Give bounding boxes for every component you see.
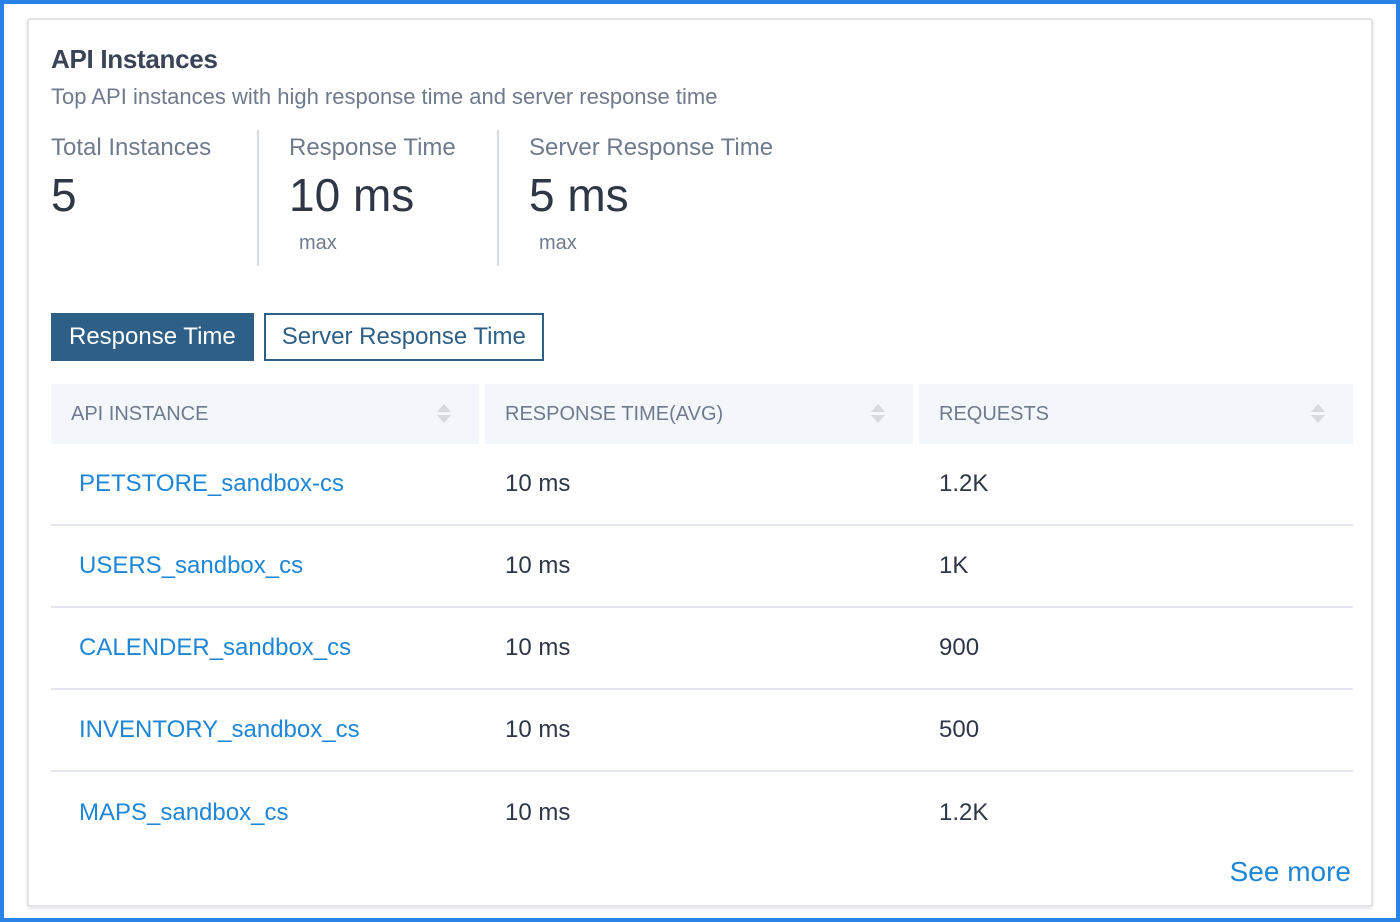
stat-label: Total Instances	[51, 134, 212, 161]
response-time-cell: 10 ms	[505, 799, 571, 826]
stat-label: Server Response Time	[529, 134, 774, 161]
column-header-requests[interactable]: REQUESTS	[919, 384, 1353, 444]
stat-value: 5	[51, 169, 77, 221]
tab-server-response-time[interactable]: Server Response Time	[263, 313, 544, 361]
sort-icon[interactable]	[437, 402, 451, 426]
column-header-label: API INSTANCE	[71, 402, 209, 425]
see-more-link[interactable]: See more	[1230, 856, 1351, 888]
table-row: MAPS_sandbox_cs 10 ms 1.2K	[51, 772, 1353, 854]
response-time-cell: 10 ms	[505, 716, 571, 743]
stat-total-instances: Total Instances 5	[51, 130, 257, 266]
widget-subtitle: Top API instances with high response tim…	[51, 84, 718, 109]
stat-value: 5 ms	[529, 169, 629, 221]
table-row: CALENDER_sandbox_cs 10 ms 900	[51, 608, 1353, 690]
summary-stats: Total Instances 5 Response Time 10 ms ma…	[51, 130, 817, 266]
table-row: INVENTORY_sandbox_cs 10 ms 500	[51, 690, 1353, 772]
response-time-cell: 10 ms	[505, 552, 571, 579]
sort-icon[interactable]	[1311, 402, 1325, 426]
sort-icon[interactable]	[871, 402, 885, 426]
tab-response-time[interactable]: Response Time	[51, 313, 254, 361]
column-header-response-time[interactable]: RESPONSE TIME(AVG)	[485, 384, 913, 444]
column-header-api-instance[interactable]: API INSTANCE	[51, 384, 479, 444]
api-instance-link[interactable]: USERS_sandbox_cs	[79, 552, 303, 579]
stat-label: Response Time	[289, 134, 456, 161]
stat-server-response-time: Server Response Time 5 ms max	[497, 130, 817, 266]
requests-cell: 1.2K	[939, 470, 989, 497]
api-instances-card: API Instances Top API instances with hig…	[27, 18, 1373, 907]
requests-cell: 500	[939, 716, 980, 743]
table-header: API INSTANCE RESPONSE TIME(AVG) REQUESTS	[51, 384, 1353, 444]
table-row: USERS_sandbox_cs 10 ms 1K	[51, 526, 1353, 608]
column-header-label: REQUESTS	[939, 402, 1050, 425]
column-header-label: RESPONSE TIME(AVG)	[505, 402, 724, 425]
api-instance-link[interactable]: PETSTORE_sandbox-cs	[79, 470, 344, 497]
metric-tabs: Response Time Server Response Time	[51, 313, 544, 361]
response-time-cell: 10 ms	[505, 470, 571, 497]
requests-cell: 1.2K	[939, 799, 989, 826]
response-time-cell: 10 ms	[505, 634, 571, 661]
api-instance-link[interactable]: CALENDER_sandbox_cs	[79, 634, 351, 661]
api-instances-table: API INSTANCE RESPONSE TIME(AVG) REQUESTS…	[51, 384, 1353, 854]
stat-sublabel: max	[299, 232, 337, 254]
api-instance-link[interactable]: MAPS_sandbox_cs	[79, 799, 288, 826]
api-instance-link[interactable]: INVENTORY_sandbox_cs	[79, 716, 360, 743]
table-body: PETSTORE_sandbox-cs 10 ms 1.2K USERS_san…	[51, 444, 1353, 854]
stat-value: 10 ms	[289, 169, 415, 221]
widget-title: API Instances	[51, 44, 218, 74]
requests-cell: 1K	[939, 552, 969, 579]
stat-response-time: Response Time 10 ms max	[257, 130, 497, 266]
table-row: PETSTORE_sandbox-cs 10 ms 1.2K	[51, 444, 1353, 526]
requests-cell: 900	[939, 634, 980, 661]
stat-sublabel: max	[539, 232, 577, 254]
